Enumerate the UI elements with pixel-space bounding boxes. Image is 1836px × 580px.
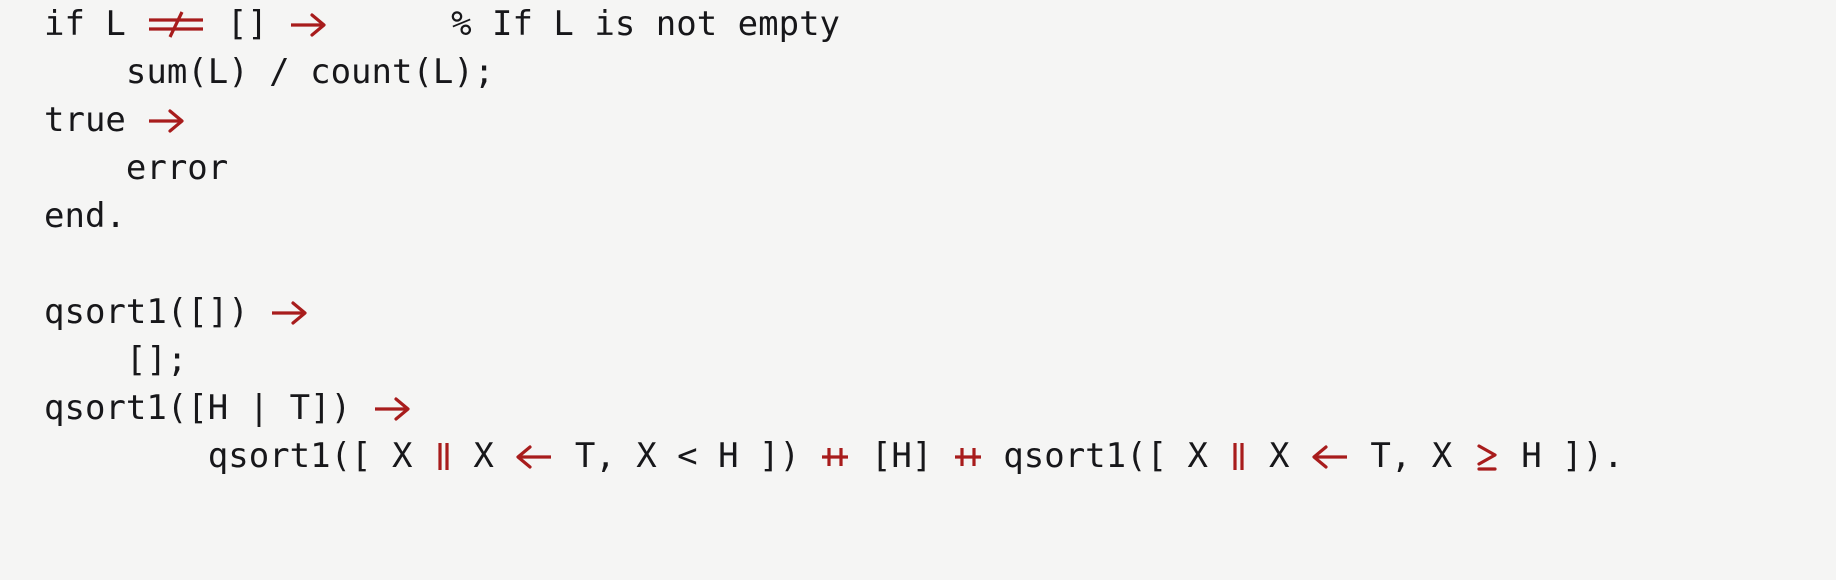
greater-equal-icon [1473, 439, 1501, 473]
operator-plus-plus [953, 436, 983, 476]
code-text: qsort1([]) [44, 292, 270, 332]
code-text: H ]). [1500, 436, 1624, 476]
operator-not-equal [146, 4, 206, 44]
right-arrow-icon [146, 103, 186, 137]
code-text: T, X [1349, 436, 1473, 476]
code-line: qsort1([H | T]) [0, 384, 1836, 432]
plus-plus-icon [820, 439, 850, 473]
code-line: if L [] % If L is not empty [0, 0, 1836, 48]
operator-double-pipe [433, 436, 453, 476]
code-text: qsort1([ X [982, 436, 1229, 476]
operator-right-arrow [269, 292, 309, 332]
code-line: qsort1([]) [0, 288, 1836, 336]
code-text: end. [44, 196, 126, 236]
right-arrow-icon [288, 7, 328, 41]
code-line: error [0, 144, 1836, 192]
double-pipe-icon [1228, 439, 1248, 473]
code-text: qsort1([H | T]) [44, 388, 372, 428]
code-line: []; [0, 336, 1836, 384]
code-text: [H] [850, 436, 953, 476]
operator-greater-equal [1473, 436, 1501, 476]
code-text: if L [44, 4, 147, 44]
right-arrow-icon [269, 295, 309, 329]
plus-plus-icon [953, 439, 983, 473]
code-line: sum(L) / count(L); [0, 48, 1836, 96]
code-text: true [44, 100, 147, 140]
code-text: qsort1([ X [44, 436, 433, 476]
not-equal-icon [146, 7, 206, 41]
operator-right-arrow [146, 100, 186, 140]
code-comment: % If L is not empty [451, 4, 841, 44]
code-text: X [1248, 436, 1310, 476]
code-text: [] [206, 4, 289, 44]
code-text: []; [44, 340, 188, 380]
code-line: end. [0, 192, 1836, 240]
operator-right-arrow [372, 388, 412, 428]
code-line: true [0, 96, 1836, 144]
operator-left-arrow [514, 436, 554, 476]
code-listing: if L [] % If L is not empty sum(L) / cou… [0, 0, 1836, 580]
right-arrow-icon [372, 391, 412, 425]
left-arrow-icon [1310, 439, 1350, 473]
code-text: error [44, 148, 229, 188]
operator-right-arrow [288, 4, 328, 44]
left-arrow-icon [514, 439, 554, 473]
operator-left-arrow [1310, 436, 1350, 476]
code-text: T, X < H ]) [554, 436, 821, 476]
code-text: X [452, 436, 515, 476]
double-pipe-icon [433, 439, 453, 473]
operator-double-pipe [1228, 436, 1248, 476]
code-line: qsort1([ X X T, X < H ]) [H] qsort1([ X … [0, 432, 1836, 480]
code-text: sum(L) / count(L); [44, 52, 495, 92]
operator-plus-plus [820, 436, 850, 476]
